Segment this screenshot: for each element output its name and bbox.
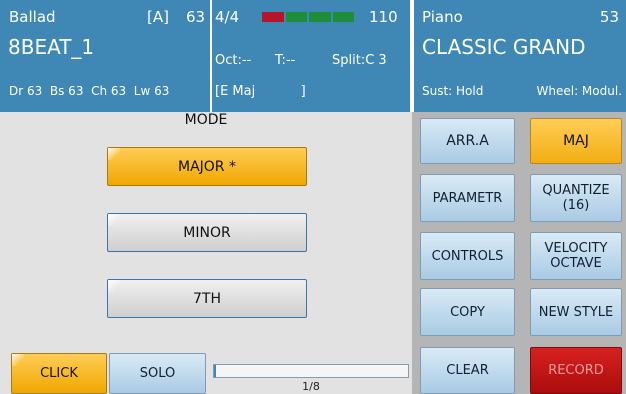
mode-7th-button[interactable]: 7TH bbox=[107, 279, 307, 318]
style-panel[interactable]: Ballad [A] 63 8BEAT_1 Dr 63 Bs 63 Ch 63 … bbox=[0, 0, 210, 112]
mode-minor-button[interactable]: MINOR bbox=[107, 213, 307, 252]
transpose-display: T:-- bbox=[275, 53, 296, 68]
copy-label: COPY bbox=[450, 304, 485, 320]
side-button-panel: ARR.A MAJ PARAMETR QUANTIZE (16) CONTROL… bbox=[412, 112, 626, 394]
button-highlight bbox=[12, 354, 24, 366]
parametr-label: PARAMETR bbox=[432, 190, 503, 206]
style-variation: [A] bbox=[147, 8, 169, 26]
quantize-label: QUANTIZE (16) bbox=[542, 183, 610, 213]
quantize-button[interactable]: QUANTIZE (16) bbox=[530, 174, 622, 222]
mode-major-button[interactable]: MAJOR * bbox=[107, 147, 307, 186]
progress-fill bbox=[214, 365, 216, 377]
beat-led-2 bbox=[285, 12, 307, 22]
style-name: 8BEAT_1 bbox=[8, 35, 95, 59]
beat-led-3 bbox=[309, 12, 331, 22]
mode-minor-label: MINOR bbox=[183, 224, 231, 241]
style-category: Ballad bbox=[9, 8, 56, 26]
record-label: RECORD bbox=[548, 363, 604, 378]
solo-label: SOLO bbox=[139, 366, 176, 381]
controls-label: CONTROLS bbox=[431, 248, 504, 264]
parametr-button[interactable]: PARAMETR bbox=[420, 174, 515, 222]
click-label: CLICK bbox=[40, 366, 78, 381]
progress-bar bbox=[213, 364, 409, 378]
style-tempo-value: 63 bbox=[186, 8, 206, 26]
button-highlight bbox=[108, 148, 120, 160]
solo-button[interactable]: SOLO bbox=[109, 353, 206, 394]
wheel-status: Wheel: Modul. bbox=[536, 84, 623, 98]
maj-button[interactable]: MAJ bbox=[530, 118, 622, 164]
controls-button[interactable]: CONTROLS bbox=[420, 232, 515, 280]
mode-title: MODE bbox=[184, 112, 228, 128]
status-panel: 4/4 110 Oct:-- T:-- Split:C 3 [E Maj ] bbox=[212, 0, 410, 112]
copy-button[interactable]: COPY bbox=[420, 288, 515, 336]
velocity-octave-label: VELOCITY OCTAVE bbox=[544, 241, 608, 271]
voice-number: 53 bbox=[599, 8, 619, 26]
tempo-display: 110 bbox=[369, 8, 398, 26]
sustain-status: Sust: Hold bbox=[422, 84, 484, 98]
mode-major-label: MAJOR * bbox=[178, 158, 236, 175]
mode-panel: MODE MAJOR * MINOR 7TH CLICK SOLO 1/8 bbox=[0, 112, 412, 394]
style-volumes: Dr 63 Bs 63 Ch 63 Lw 63 bbox=[9, 84, 170, 98]
mode-7th-label: 7TH bbox=[193, 290, 221, 307]
chord-display: [E Maj ] bbox=[215, 84, 306, 99]
octave-display: Oct:-- bbox=[215, 53, 252, 68]
time-signature: 4/4 bbox=[215, 8, 240, 26]
beat-indicator bbox=[262, 12, 354, 22]
beat-led-4 bbox=[332, 12, 354, 22]
maj-label: MAJ bbox=[563, 133, 589, 149]
clear-button[interactable]: CLEAR bbox=[420, 347, 515, 394]
new-style-button[interactable]: NEW STYLE bbox=[530, 288, 622, 336]
new-style-label: NEW STYLE bbox=[538, 304, 614, 320]
voice-panel[interactable]: Piano 53 CLASSIC GRAND Sust: Hold Wheel:… bbox=[414, 0, 626, 112]
split-display: Split:C 3 bbox=[332, 53, 387, 68]
button-highlight bbox=[108, 214, 120, 226]
arr-a-button[interactable]: ARR.A bbox=[420, 118, 515, 164]
arr-a-label: ARR.A bbox=[446, 133, 489, 149]
voice-name: CLASSIC GRAND bbox=[422, 35, 586, 59]
progress-text: 1/8 bbox=[302, 380, 320, 393]
click-button[interactable]: CLICK bbox=[11, 353, 107, 394]
clear-label: CLEAR bbox=[446, 363, 489, 378]
button-highlight bbox=[108, 280, 120, 292]
beat-led-1 bbox=[262, 12, 284, 22]
velocity-octave-button[interactable]: VELOCITY OCTAVE bbox=[530, 232, 622, 280]
record-button[interactable]: RECORD bbox=[530, 347, 622, 394]
voice-category: Piano bbox=[422, 8, 463, 26]
